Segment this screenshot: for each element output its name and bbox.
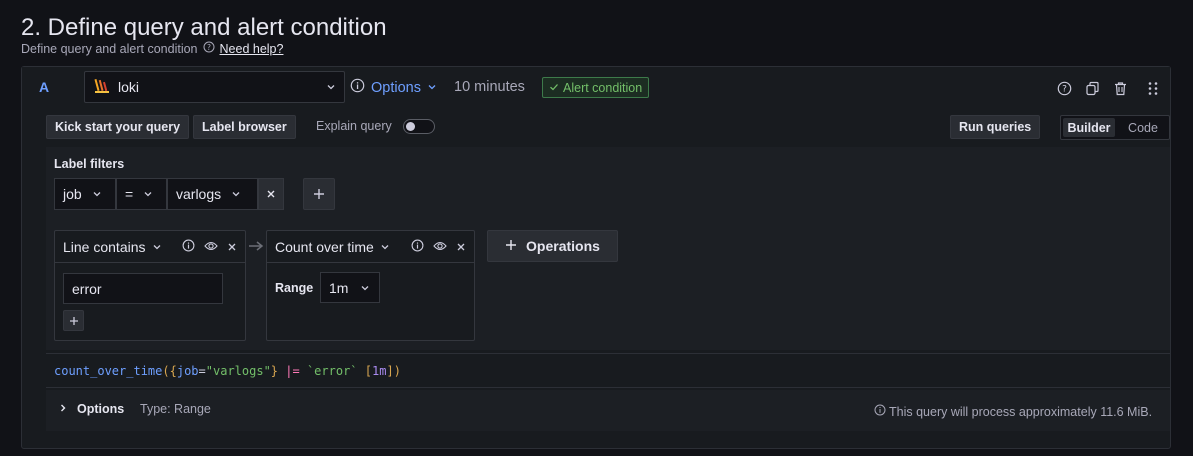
query-size-estimate: This query will process approximately 11…	[874, 404, 1152, 419]
options-label: Options	[371, 79, 421, 96]
chevron-right-icon	[59, 402, 67, 416]
alert-condition-label: Alert condition	[563, 80, 643, 95]
operation-header: Count over time	[267, 231, 474, 263]
chevron-down-icon	[360, 280, 370, 296]
duplicate-icon[interactable]	[1084, 80, 1100, 96]
operation-name[interactable]: Line contains	[63, 239, 146, 255]
eye-icon[interactable]	[433, 239, 447, 255]
eye-icon[interactable]	[204, 239, 218, 255]
check-icon	[549, 81, 559, 95]
code-brace: }	[270, 363, 279, 378]
code-pipe-operator: |=	[285, 363, 300, 378]
mode-builder-tab[interactable]: Builder	[1063, 118, 1115, 137]
plus-icon	[505, 238, 517, 254]
operations-button-label: Operations	[526, 238, 600, 254]
add-line-filter-button[interactable]	[63, 310, 84, 331]
chevron-down-icon	[92, 186, 102, 202]
query-time-range: 10 minutes	[454, 79, 525, 95]
info-circle-icon	[350, 78, 365, 97]
label-key-select[interactable]: job	[54, 178, 116, 210]
question-circle-icon: ?	[203, 41, 215, 56]
chevron-down-icon	[326, 79, 336, 95]
mode-code-tab[interactable]: Code	[1117, 116, 1169, 139]
code-range: 1m	[372, 363, 387, 378]
operation-header: Line contains	[55, 231, 245, 263]
alert-condition-badge[interactable]: Alert condition	[542, 77, 650, 98]
arrow-right-icon	[248, 239, 265, 258]
drag-handle-icon[interactable]	[1145, 80, 1161, 96]
run-queries-button[interactable]: Run queries	[950, 115, 1041, 139]
datasource-select[interactable]: loki	[84, 71, 345, 103]
code-label-key: job	[176, 363, 199, 378]
options-row-label: Options	[77, 402, 125, 416]
info-circle-icon[interactable]	[182, 239, 195, 255]
label-value-select[interactable]: varlogs	[167, 178, 258, 210]
close-icon[interactable]	[227, 239, 237, 255]
line-contains-input[interactable]: error	[63, 273, 223, 304]
explain-query-label: Explain query	[316, 119, 392, 133]
close-icon[interactable]	[456, 239, 466, 255]
plus-icon	[69, 313, 79, 329]
datasource-name: loki	[118, 79, 140, 95]
label-operator-select[interactable]: =	[116, 178, 167, 210]
query-type-text: Type: Range	[140, 402, 211, 416]
remove-filter-button[interactable]	[258, 178, 284, 210]
svg-text:?: ?	[207, 43, 211, 52]
range-select[interactable]: 1m	[320, 272, 380, 303]
chevron-down-icon	[152, 239, 162, 255]
range-value: 1m	[329, 279, 349, 296]
explain-query-toggle[interactable]	[403, 119, 435, 134]
plus-icon	[313, 184, 325, 205]
code-function: count_over_time	[54, 363, 163, 378]
label-filters-title: Label filters	[54, 157, 125, 171]
chevron-down-icon	[231, 186, 241, 202]
trash-icon[interactable]	[1112, 80, 1128, 96]
chevron-down-icon	[427, 80, 437, 96]
label-value: varlogs	[176, 186, 222, 202]
code-brace: {	[169, 363, 177, 378]
add-label-filter-button[interactable]	[303, 178, 335, 210]
need-help-link[interactable]: Need help?	[220, 42, 284, 56]
code-paren: )	[393, 363, 401, 378]
chevron-down-icon	[143, 186, 153, 202]
section-title: 2. Define query and alert condition	[21, 14, 387, 41]
chevron-down-icon	[380, 239, 390, 255]
code-paren: (	[162, 363, 170, 378]
label-operator: =	[125, 186, 134, 202]
code-bracket: ]	[386, 363, 394, 378]
section-subtitle: Define query and alert condition ? Need …	[21, 41, 283, 56]
code-line-filter: `error`	[306, 363, 358, 378]
add-operation-button[interactable]: Operations	[487, 230, 618, 262]
range-label: Range	[275, 281, 314, 295]
code-label-value: "varlogs"	[205, 363, 271, 378]
estimate-text: This query will process approximately 11…	[889, 404, 1153, 419]
code-operator: =	[198, 363, 206, 378]
info-circle-icon[interactable]	[411, 239, 424, 255]
info-circle-icon	[874, 404, 886, 419]
query-options-toggle[interactable]: Options	[350, 78, 437, 97]
loki-icon	[93, 77, 111, 98]
operation-name[interactable]: Count over time	[275, 239, 374, 255]
help-icon[interactable]: ?	[1056, 80, 1072, 96]
label-filter-row: job = varlogs	[54, 178, 284, 210]
query-ref-id[interactable]: A	[39, 79, 49, 95]
kick-start-button[interactable]: Kick start your query	[46, 115, 190, 139]
subtitle-text: Define query and alert condition	[21, 41, 198, 56]
code-bracket: [	[364, 363, 372, 378]
editor-mode-switch: Builder Code	[1060, 115, 1170, 140]
query-options-expander[interactable]: Options	[59, 402, 124, 416]
svg-text:?: ?	[1062, 84, 1067, 94]
label-browser-button[interactable]: Label browser	[193, 115, 296, 139]
label-key: job	[63, 186, 82, 202]
close-icon	[266, 186, 276, 202]
query-preview: count_over_time({job = "varlogs"} |= `erro…	[46, 353, 1170, 388]
